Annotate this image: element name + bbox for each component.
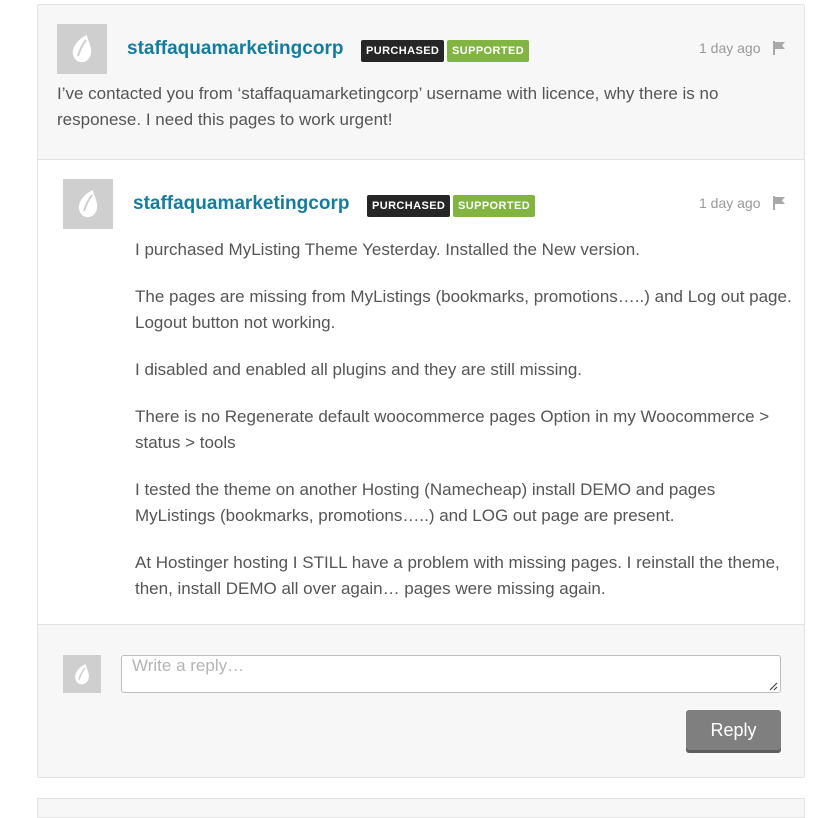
comment-paragraph: I disabled and enabled all plugins and t…	[135, 360, 582, 379]
comment-text: I’ve contacted you from ‘staffaquamarket…	[57, 84, 719, 129]
flag-icon[interactable]	[772, 41, 786, 55]
parent-comment: staffaquamarketingcorp PURCHASED SUPPORT…	[38, 5, 804, 160]
username-link[interactable]: staffaquamarketingcorp	[127, 38, 343, 60]
comment-paragraph: At Hostinger hosting I STILL have a prob…	[135, 553, 780, 598]
comment-paragraph: The pages are missing from MyListings (b…	[135, 287, 792, 332]
supported-badge: SUPPORTED	[447, 40, 530, 62]
comment-paragraph: I purchased MyListing Theme Yesterday. I…	[135, 240, 640, 259]
comment-paragraph: I tested the theme on another Hosting (N…	[135, 480, 716, 525]
reply-button[interactable]: Reply	[686, 710, 781, 750]
timestamp[interactable]: 1 day ago	[699, 40, 761, 56]
username-link[interactable]: staffaquamarketingcorp	[133, 193, 349, 215]
comment-thread: staffaquamarketingcorp PURCHASED SUPPORT…	[37, 4, 805, 778]
reply-comment: staffaquamarketingcorp PURCHASED SUPPORT…	[38, 160, 804, 625]
timestamp[interactable]: 1 day ago	[699, 195, 761, 211]
comment-body: I purchased MyListing Theme Yesterday. I…	[135, 237, 795, 623]
next-comment-thread	[37, 798, 805, 818]
comment-paragraph: There is no Regenerate default woocommer…	[135, 407, 770, 452]
envato-leaf-icon	[72, 35, 92, 63]
envato-leaf-icon	[75, 663, 89, 684]
avatar	[63, 655, 101, 693]
purchased-badge: PURCHASED	[361, 40, 445, 62]
reply-form: Reply	[38, 625, 804, 777]
supported-badge: SUPPORTED	[453, 195, 536, 217]
avatar[interactable]	[63, 179, 113, 229]
reply-input[interactable]	[121, 655, 781, 693]
envato-leaf-icon	[78, 190, 98, 218]
avatar[interactable]	[57, 24, 107, 74]
purchased-badge: PURCHASED	[367, 195, 451, 217]
flag-icon[interactable]	[772, 196, 786, 210]
